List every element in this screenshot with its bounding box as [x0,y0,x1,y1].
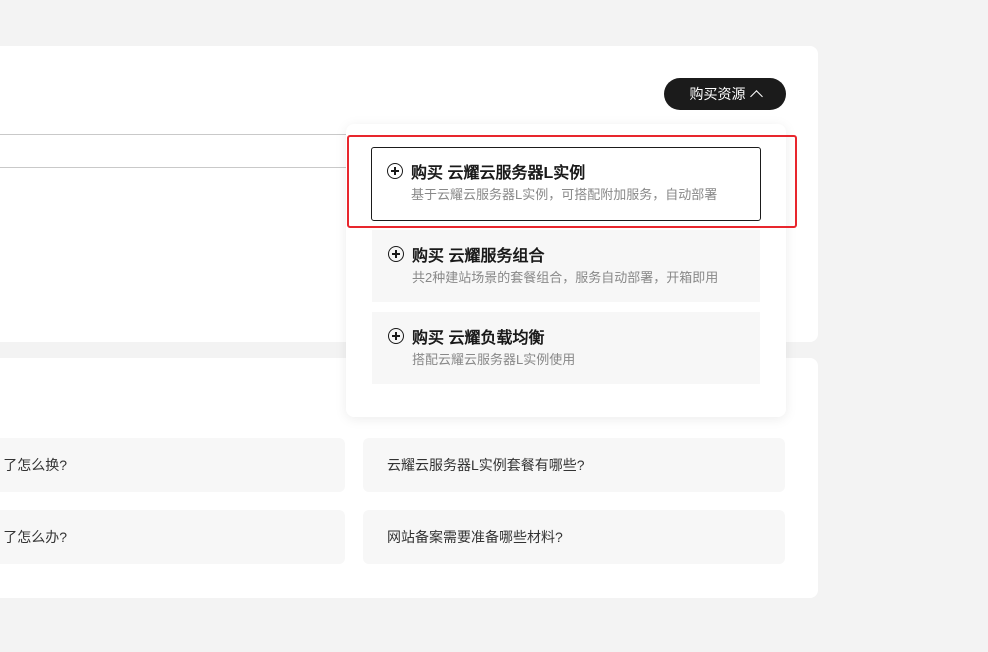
buy-resources-button[interactable]: 购买资源 [664,78,786,110]
faq-item[interactable]: 了怎么办? [0,510,345,564]
option-buy-load-balancer[interactable]: 购买 云耀负载均衡 搭配云耀云服务器L实例使用 [372,312,760,384]
chevron-up-icon [749,90,763,103]
page-canvas: 了怎么换? 云耀云服务器L实例套餐有哪些? 了怎么办? 网站备案需要准备哪些材料… [0,0,988,652]
buy-resources-label: 购买资源 [689,86,746,102]
option-desc: 基于云耀云服务器L实例，可搭配附加服务，自动部署 [411,187,718,202]
option-title: 购买 云耀负载均衡 [412,330,545,347]
faq-item-label: 网站备案需要准备哪些材料? [387,529,563,545]
faq-item[interactable]: 网站备案需要准备哪些材料? [363,510,785,564]
option-title: 购买 云耀云服务器L实例 [411,165,586,182]
plus-circle-icon [388,246,404,262]
faq-item[interactable]: 了怎么换? [0,438,345,492]
plus-circle-icon [387,163,403,179]
option-desc: 搭配云耀云服务器L实例使用 [412,352,576,367]
faq-item[interactable]: 云耀云服务器L实例套餐有哪些? [363,438,785,492]
option-buy-l-instance[interactable]: 购买 云耀云服务器L实例 基于云耀云服务器L实例，可搭配附加服务，自动部署 [371,147,761,221]
option-buy-service-bundle[interactable]: 购买 云耀服务组合 共2种建站场景的套餐组合，服务自动部署，开箱即用 [372,230,760,302]
option-title: 购买 云耀服务组合 [412,248,545,265]
faq-item-label: 了怎么换? [3,457,67,473]
faq-item-label: 云耀云服务器L实例套餐有哪些? [387,457,585,473]
option-desc: 共2种建站场景的套餐组合，服务自动部署，开箱即用 [412,270,719,285]
plus-circle-icon [388,328,404,344]
search-input[interactable] [0,134,350,168]
faq-item-label: 了怎么办? [3,529,67,545]
